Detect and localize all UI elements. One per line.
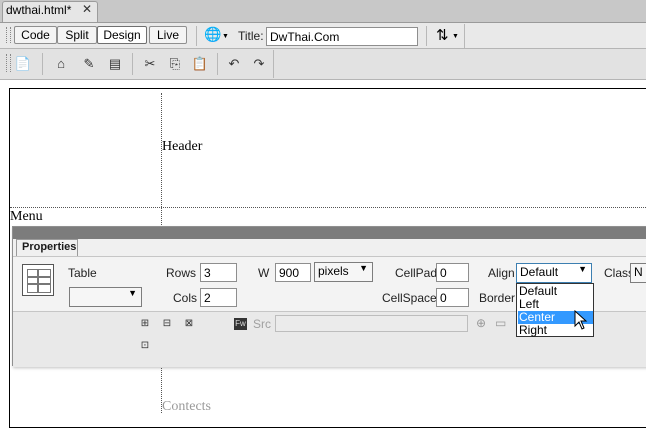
page-title-input[interactable] bbox=[266, 27, 418, 46]
toolbar-grip[interactable] bbox=[6, 54, 11, 72]
class-select[interactable]: N bbox=[630, 263, 646, 283]
align-select[interactable]: Default ▼ bbox=[516, 263, 592, 283]
cellpad-input[interactable] bbox=[436, 263, 469, 282]
toolbar-separator bbox=[426, 26, 427, 46]
toolbar-separator bbox=[42, 53, 43, 75]
chevron-down-icon: ▼ bbox=[222, 33, 229, 40]
table-icon bbox=[22, 264, 54, 296]
clear-width-icon[interactable]: ⊡ bbox=[138, 340, 152, 352]
clear-height-icon[interactable]: ⊞ bbox=[138, 318, 152, 330]
undo-icon[interactable]: ↶ bbox=[225, 56, 243, 72]
properties-tab-label: Properties bbox=[22, 241, 77, 253]
rows-input[interactable] bbox=[200, 263, 237, 282]
convert-to-pixels-icon[interactable]: ⊟ bbox=[160, 318, 174, 330]
chevron-down-icon: ▼ bbox=[578, 264, 587, 274]
globe-icon[interactable]: 🌐 bbox=[204, 26, 221, 43]
table-label: Table bbox=[68, 266, 97, 280]
align-label: Align bbox=[488, 266, 515, 280]
browse-folder-icon[interactable]: ▭ bbox=[495, 316, 506, 330]
properties-panel-titlebar[interactable] bbox=[13, 227, 646, 239]
toolbar-separator bbox=[196, 26, 197, 46]
cols-input[interactable] bbox=[200, 288, 237, 307]
live-view-button[interactable]: Live bbox=[149, 26, 187, 44]
title-label: Title: bbox=[238, 29, 264, 43]
border-label: Border bbox=[479, 291, 516, 305]
convert-to-percent-icon[interactable]: ⊠ bbox=[182, 318, 196, 330]
chevron-down-icon: ▼ bbox=[359, 263, 368, 273]
cut-icon[interactable]: ✂ bbox=[141, 56, 159, 72]
toolbar-separator bbox=[217, 53, 218, 75]
cellspace-input[interactable] bbox=[436, 288, 469, 307]
mouse-cursor-icon bbox=[574, 310, 588, 330]
width-label: W bbox=[258, 266, 270, 280]
paste-icon[interactable]: 📋 bbox=[191, 56, 209, 72]
save-icon[interactable]: ✎ bbox=[80, 56, 98, 72]
menu-cell-text[interactable]: Menu bbox=[10, 209, 43, 225]
toolbar-separator bbox=[273, 50, 274, 78]
table-id-select[interactable]: ▼ bbox=[69, 287, 142, 307]
cellpad-label: CellPad bbox=[395, 266, 438, 280]
fireworks-icon[interactable]: Fw bbox=[234, 318, 247, 330]
header-cell-text[interactable]: Header bbox=[162, 139, 202, 155]
file-management-icon[interactable]: ⇅ bbox=[436, 26, 449, 44]
src-input bbox=[275, 315, 468, 332]
save-all-icon[interactable]: ▤ bbox=[106, 56, 124, 72]
close-icon[interactable]: ✕ bbox=[82, 2, 92, 16]
copy-icon[interactable]: ⎘ bbox=[166, 56, 184, 72]
width-unit-select[interactable]: pixels ▼ bbox=[314, 262, 373, 282]
cols-label: Cols bbox=[173, 291, 198, 305]
point-to-file-icon[interactable]: ⊕ bbox=[476, 316, 486, 330]
new-document-icon[interactable]: 📄 bbox=[14, 56, 32, 72]
src-label: Src bbox=[253, 317, 271, 331]
chevron-down-icon: ▼ bbox=[128, 288, 137, 298]
design-view-button[interactable]: Design bbox=[97, 26, 147, 44]
open-icon[interactable]: ⌂ bbox=[52, 56, 70, 72]
chevron-down-icon: ▼ bbox=[452, 33, 459, 40]
code-view-button[interactable]: Code bbox=[14, 26, 57, 44]
rows-label: Rows bbox=[166, 266, 197, 280]
toolbar-grip[interactable] bbox=[6, 27, 11, 43]
document-tab-title: dwthai.html* bbox=[6, 3, 72, 17]
contents-cell-text[interactable]: Contects bbox=[162, 399, 211, 415]
toolbar-separator bbox=[132, 53, 133, 75]
toolbar-separator bbox=[464, 24, 465, 48]
table-row-divider bbox=[10, 207, 646, 208]
cellspace-label: CellSpace bbox=[382, 291, 437, 305]
redo-icon[interactable]: ↷ bbox=[250, 56, 268, 72]
split-view-button[interactable]: Split bbox=[57, 26, 97, 44]
width-input[interactable] bbox=[275, 263, 311, 282]
